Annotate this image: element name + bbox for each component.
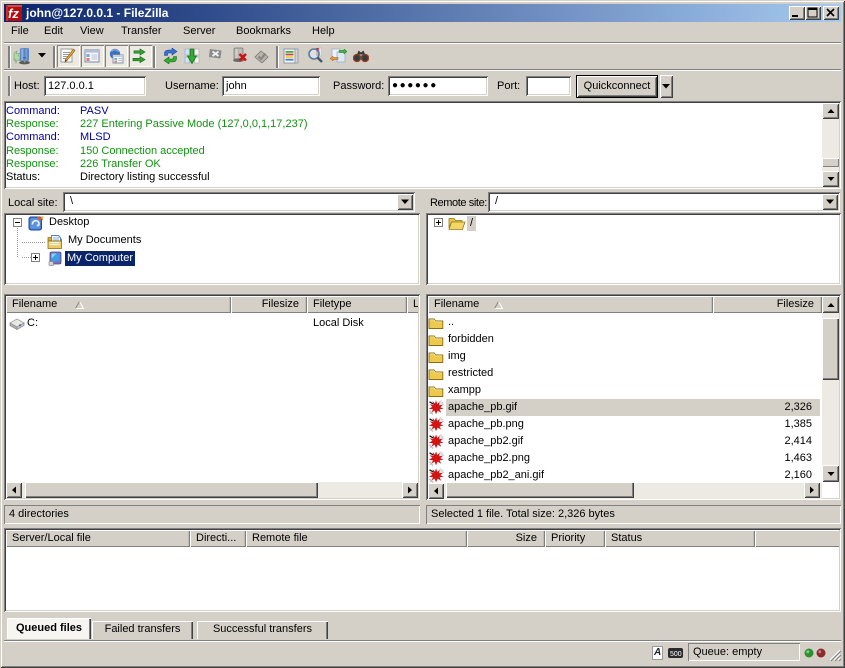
svg-text:500: 500	[670, 651, 682, 658]
svg-text:fz: fz	[8, 6, 19, 21]
